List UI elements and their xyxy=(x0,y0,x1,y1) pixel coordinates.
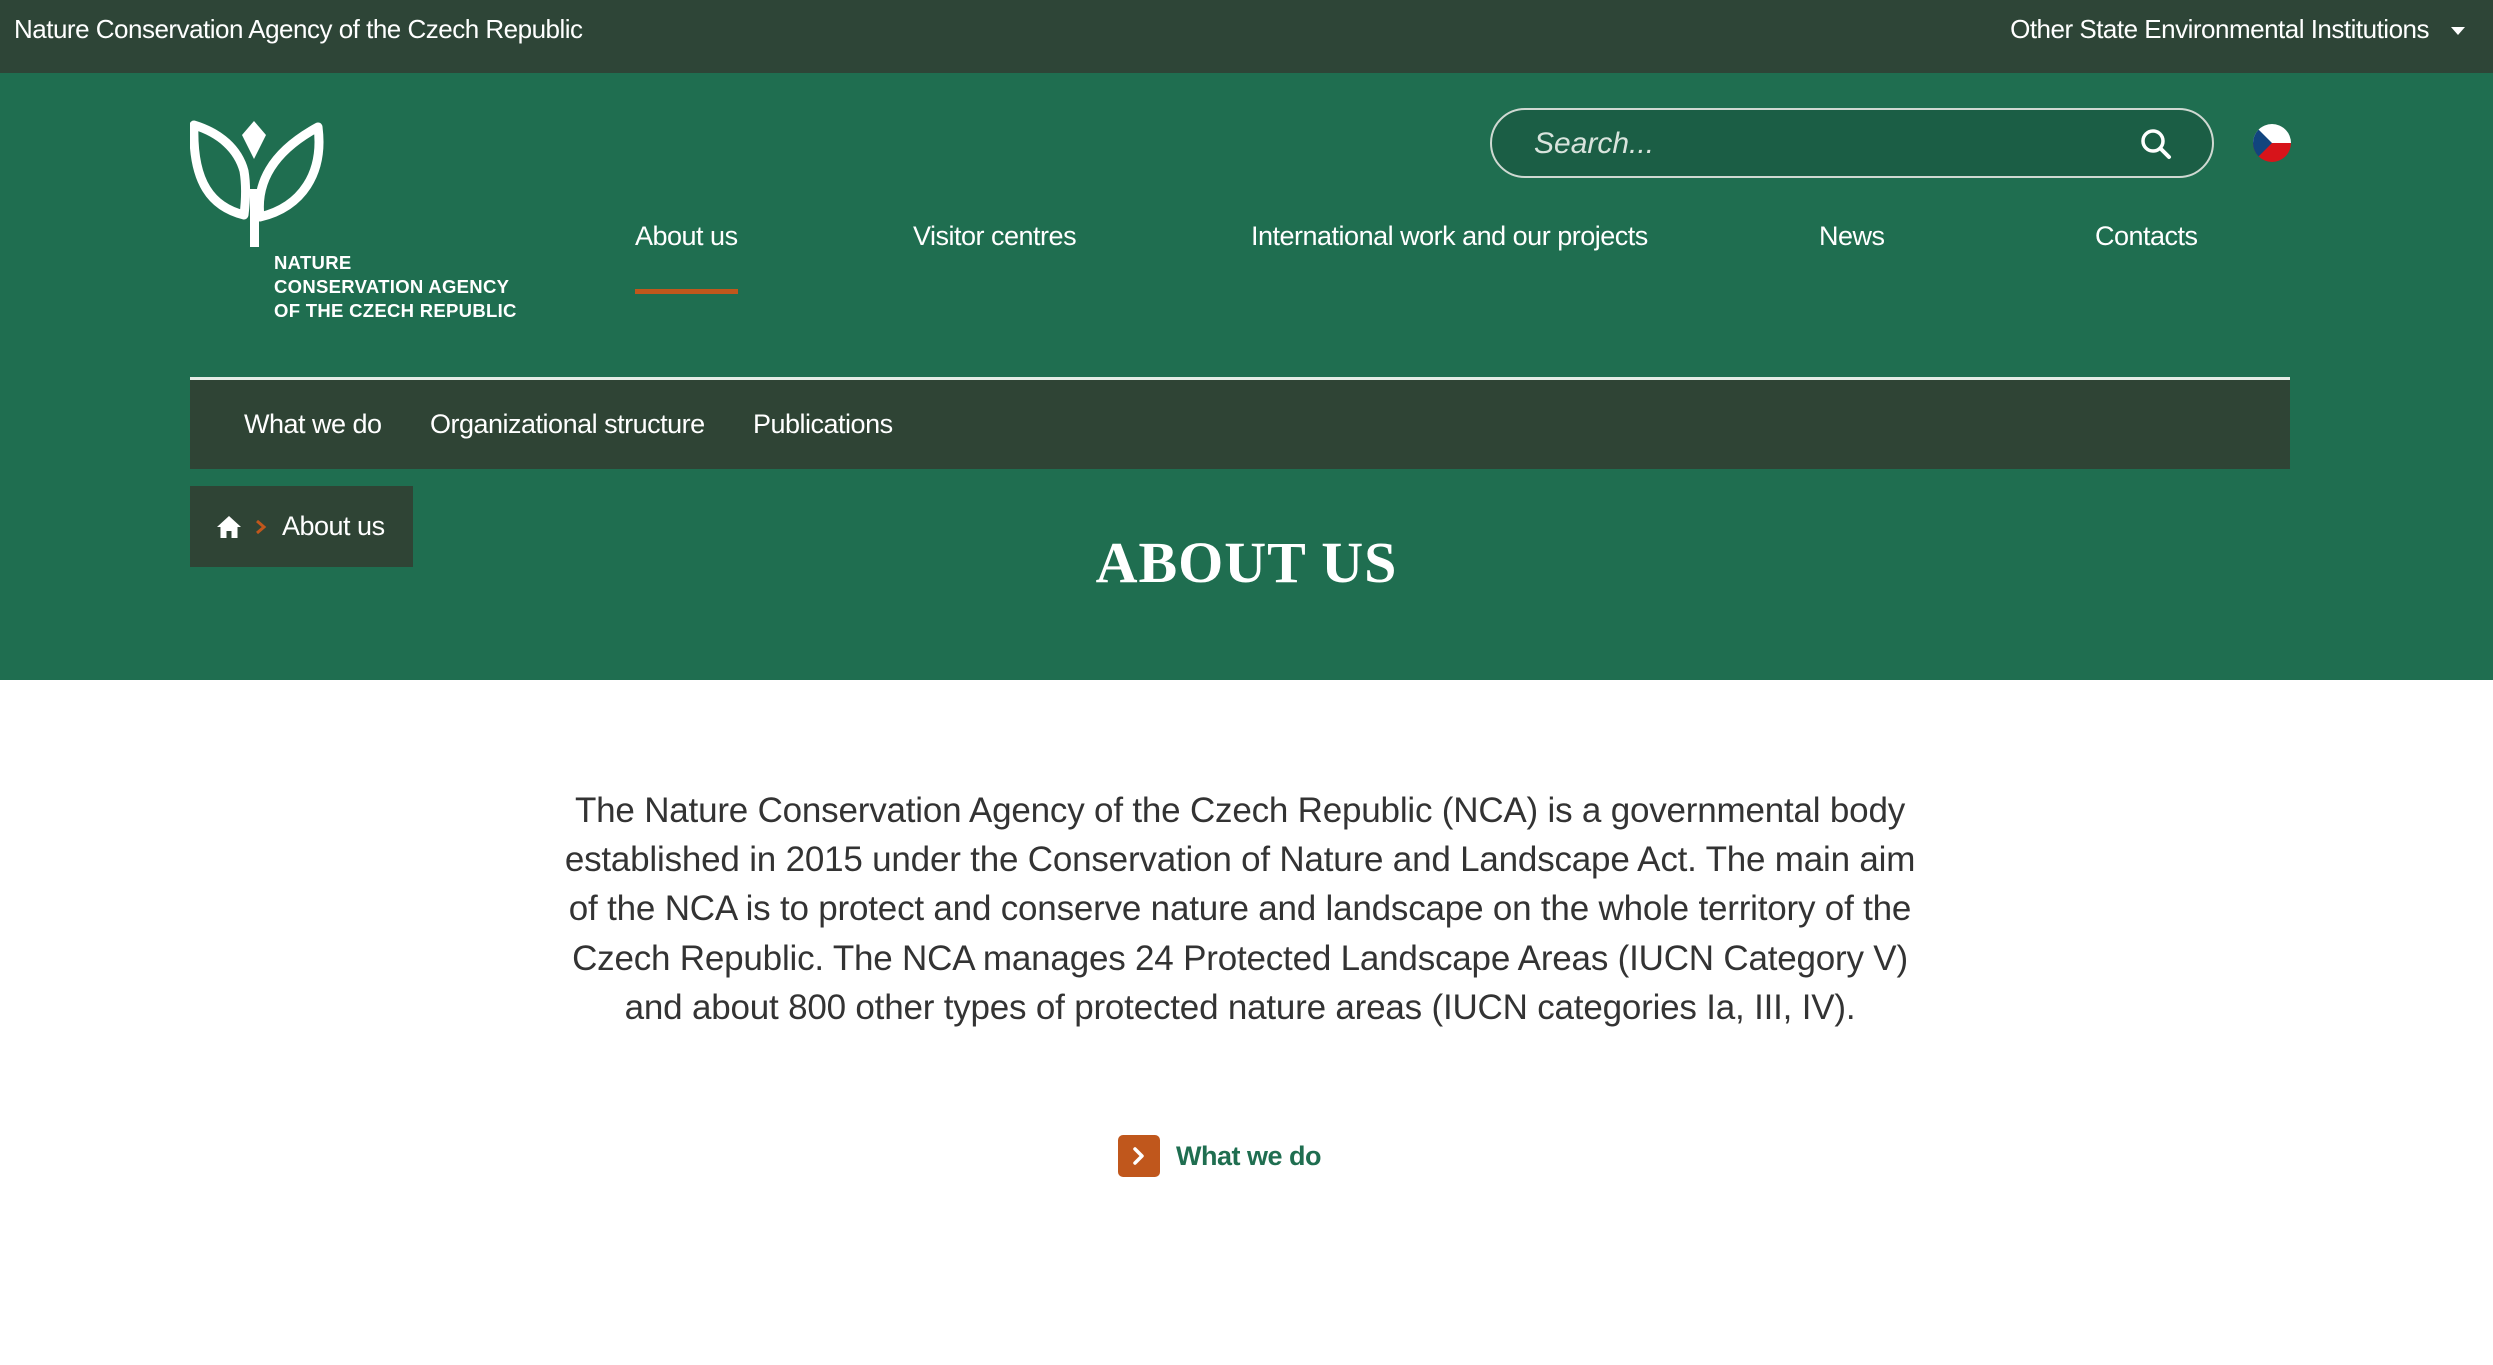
czech-flag-icon[interactable] xyxy=(2253,124,2291,162)
subnav-item-organizational-structure[interactable]: Organizational structure xyxy=(430,380,705,469)
other-institutions-label: Other State Environmental Institutions xyxy=(2010,14,2429,44)
site-name[interactable]: Nature Conservation Agency of the Czech … xyxy=(14,0,583,58)
logo-line: OF THE CZECH REPUBLIC xyxy=(274,300,517,321)
subnav-item-what-we-do[interactable]: What we do xyxy=(244,380,382,469)
nav-item-about-us[interactable]: About us xyxy=(635,210,738,294)
arrow-right-icon xyxy=(1118,1135,1160,1177)
search-input[interactable] xyxy=(1532,110,2116,178)
nav-item-international-work[interactable]: International work and our projects xyxy=(1251,210,1648,294)
sub-navigation: What we do Organizational structure Publ… xyxy=(190,380,2290,469)
other-institutions-dropdown[interactable]: Other State Environmental Institutions xyxy=(2010,0,2465,58)
top-bar: Nature Conservation Agency of the Czech … xyxy=(0,0,2493,73)
nav-item-contacts[interactable]: Contacts xyxy=(2095,210,2198,294)
nav-item-visitor-centres[interactable]: Visitor centres xyxy=(913,210,1077,294)
subnav-item-publications[interactable]: Publications xyxy=(753,380,893,469)
caret-down-icon xyxy=(2451,26,2465,35)
page-title: ABOUT US xyxy=(1095,530,1398,595)
search-box xyxy=(1490,108,2214,178)
search-icon[interactable] xyxy=(2140,128,2172,160)
main-navigation: About us Visitor centres International w… xyxy=(0,210,2493,295)
header: NATURE CONSERVATION AGENCY OF THE CZECH … xyxy=(0,73,2493,680)
nav-item-news[interactable]: News xyxy=(1819,210,1885,294)
what-we-do-link[interactable]: What we do xyxy=(1118,1135,1322,1177)
intro-paragraph: The Nature Conservation Agency of the Cz… xyxy=(564,791,1916,1027)
what-we-do-link-label: What we do xyxy=(1176,1140,1322,1171)
